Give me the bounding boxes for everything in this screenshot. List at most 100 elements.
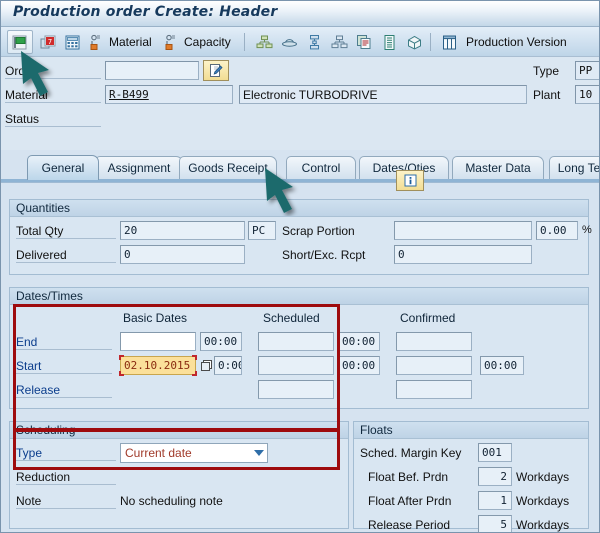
tab-assignment-label: Assignment [107, 161, 171, 175]
toolbar-button-sequence[interactable] [303, 30, 325, 54]
toolbar-button-material[interactable]: Material [86, 30, 155, 54]
tab-general-label: General [41, 161, 85, 175]
toolbar-button-network[interactable] [328, 30, 350, 54]
application-toolbar: 7 Material Capacity Production Version [1, 27, 599, 57]
toolbar-button-order-info[interactable]: 7 [37, 30, 59, 54]
reduction-label: Reduction [16, 470, 116, 485]
calculator-icon [64, 34, 81, 51]
type-input[interactable]: PP [575, 61, 599, 80]
scheduling-group-title: Scheduling [10, 422, 348, 439]
toolbar-button-documents[interactable] [353, 30, 375, 54]
toolbar-button-components[interactable] [278, 30, 300, 54]
float-after-prdn-input[interactable]: 1 [478, 491, 512, 510]
sched-margin-key-input[interactable]: 001 [478, 443, 512, 462]
status-info-button[interactable] [396, 170, 424, 191]
toolbar-button-list[interactable] [378, 30, 400, 54]
release-scheduled-date-input[interactable] [258, 380, 334, 399]
order-edit-button[interactable] [203, 60, 229, 81]
tab-master-data[interactable]: Master Data [452, 156, 544, 179]
sequence-icon [306, 34, 323, 51]
scheduling-type-label: Type [16, 446, 116, 461]
dates-times-group-title: Dates/Times [10, 288, 588, 305]
short-exc-rcpt-input[interactable]: 0 [394, 245, 532, 264]
tab-goods-receipt-label: Goods Receipt [188, 161, 268, 175]
end-basic-time-input[interactable]: 00:00 [200, 332, 242, 351]
scheduling-type-select[interactable]: Current date [120, 443, 268, 463]
end-scheduled-time-input[interactable]: 00:00 [338, 332, 380, 351]
start-date-picker-button[interactable] [200, 356, 214, 375]
start-basic-date-input[interactable]: 02.10.2015 [119, 355, 197, 376]
tab-strip: General Assignment Goods Receipt Control… [1, 153, 599, 181]
release-confirmed-date-input[interactable] [396, 380, 472, 399]
toolbar-button-production-version[interactable]: Production Version [463, 30, 570, 54]
release-row-label: Release [16, 383, 112, 398]
material-description-input[interactable]: Electronic TURBODRIVE [239, 85, 527, 104]
toolbar-material-label: Material [109, 35, 152, 49]
page-title: Production order Create: Header [13, 4, 278, 20]
start-basic-date-value: 02.10.2015 [124, 359, 191, 372]
order-label: Order [5, 64, 101, 79]
toolbar-button-capacity[interactable]: Capacity [161, 30, 234, 54]
column-header-scheduled: Scheduled [263, 311, 320, 325]
scrap-portion-input[interactable] [394, 221, 532, 240]
toolbar-button-table-view[interactable] [438, 30, 460, 54]
start-basic-time-input[interactable]: 0:00 [214, 356, 242, 375]
float-bef-prdn-label: Float Bef. Prdn [368, 470, 449, 484]
delivered-label: Delivered [16, 248, 116, 263]
short-exc-rcpt-label: Short/Exc. Rcpt [282, 248, 366, 262]
sap-production-order-window: Production order Create: Header 7 Materi… [0, 0, 600, 533]
end-scheduled-date-input[interactable] [258, 332, 334, 351]
table-icon [441, 34, 458, 51]
toolbar-button-save-green-flag[interactable] [7, 30, 33, 54]
tab-assignment[interactable]: Assignment [95, 156, 183, 179]
capacity-icon [164, 34, 181, 51]
toolbar-button-calculator[interactable] [61, 30, 83, 54]
uom-input[interactable]: PC [248, 221, 276, 240]
scrap-percent-input[interactable]: 0.00 [536, 221, 578, 240]
end-basic-date-input[interactable] [120, 332, 196, 351]
float-after-prdn-unit: Workdays [516, 494, 570, 508]
production-version-label: Production Version [466, 35, 567, 49]
calendar-document-icon: 7 [40, 34, 57, 51]
hierarchy-icon [256, 34, 273, 51]
tab-control[interactable]: Control [286, 156, 356, 179]
end-confirmed-date-input[interactable] [396, 332, 472, 351]
green-flag-icon [11, 34, 28, 51]
hat-icon [281, 34, 298, 51]
tab-goods-receipt[interactable]: Goods Receipt [179, 156, 277, 179]
note-value: No scheduling note [120, 494, 223, 508]
toolbar-separator-1 [244, 33, 245, 51]
release-period-label: Release Period [368, 518, 451, 532]
delivered-input[interactable]: 0 [120, 245, 245, 264]
column-header-basic-dates: Basic Dates [123, 311, 188, 325]
type-label: Type [533, 64, 560, 78]
info-icon [403, 173, 418, 188]
note-label: Note [16, 494, 116, 509]
release-period-input[interactable]: 5 [478, 515, 512, 532]
group-floats: Floats Sched. Margin Key 001 Float Bef. … [353, 421, 589, 532]
status-label: Status [5, 112, 101, 127]
tab-long-text[interactable]: Long Te [549, 156, 599, 179]
total-qty-input[interactable]: 20 [120, 221, 245, 240]
start-confirmed-time-input[interactable]: 00:00 [480, 356, 524, 375]
focus-corner-tl [119, 355, 124, 360]
toolbar-button-operation-overview[interactable] [253, 30, 275, 54]
start-scheduled-time-input[interactable]: 00:00 [338, 356, 380, 375]
toolbar-button-goods-movement[interactable] [403, 30, 425, 54]
copy-doc-icon [356, 34, 373, 51]
calendar-picker-icon [201, 359, 212, 371]
tab-general[interactable]: General [27, 155, 99, 180]
tab-control-label: Control [301, 161, 341, 175]
float-after-prdn-label: Float After Prdn [368, 494, 452, 508]
order-input[interactable] [105, 61, 199, 80]
focus-corner-tr [192, 355, 197, 360]
focus-corner-br [192, 371, 197, 376]
box-icon [406, 34, 423, 51]
plant-input[interactable]: 10 [575, 85, 599, 104]
chevron-down-icon [254, 450, 264, 456]
scrap-portion-label: Scrap Portion [282, 224, 355, 238]
float-bef-prdn-input[interactable]: 2 [478, 467, 512, 486]
start-confirmed-date-input[interactable] [396, 356, 472, 375]
material-input[interactable]: R-B499 [105, 85, 233, 104]
start-scheduled-date-input[interactable] [258, 356, 334, 375]
